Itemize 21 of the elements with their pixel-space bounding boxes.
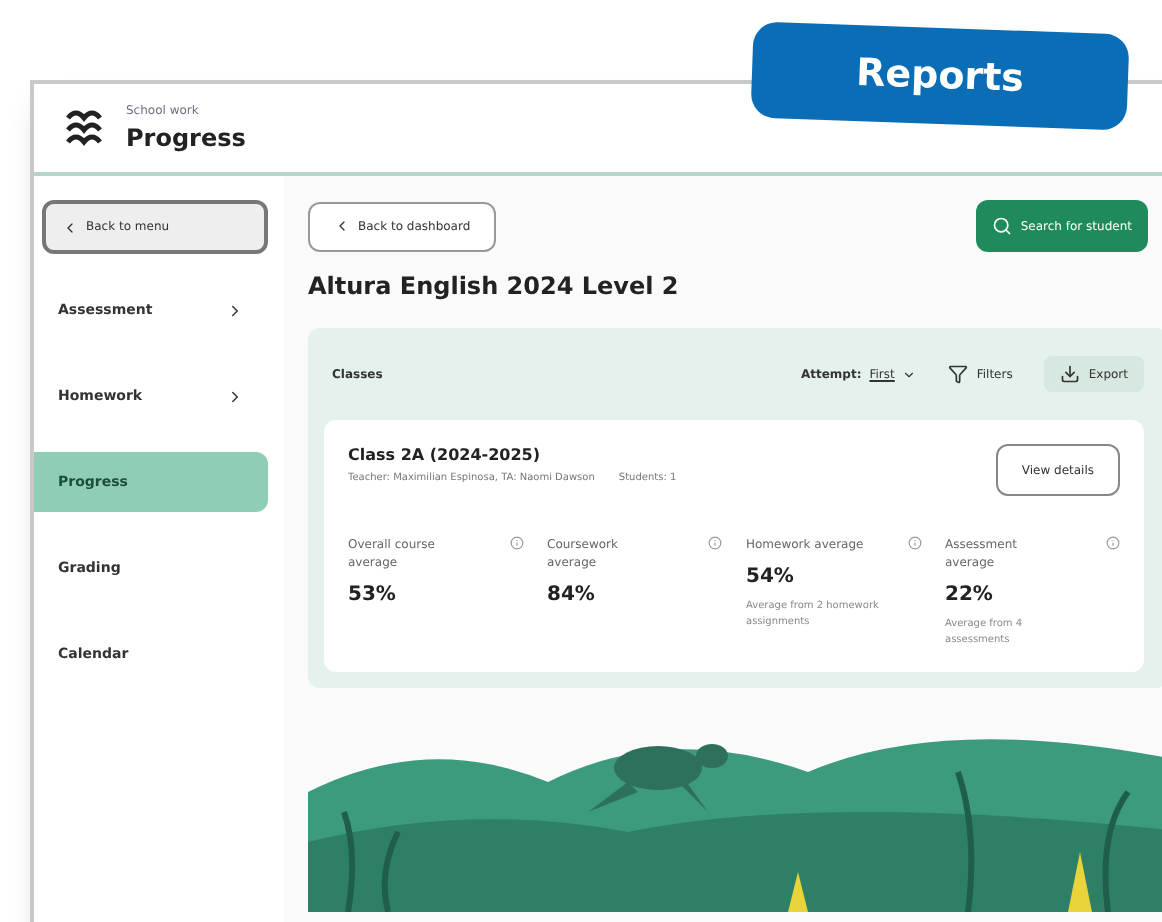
download-icon [1060, 364, 1081, 384]
caret-icon [902, 367, 917, 381]
chevron-right-icon [226, 301, 244, 319]
metric-value: 22% [945, 582, 995, 610]
metric-value: 53% [348, 582, 398, 610]
course-title: Altura English 2024 Level 2 [308, 270, 681, 304]
chevron-left-icon [334, 218, 350, 234]
chevron-right-icon [226, 387, 244, 405]
metric-value: 54% [746, 564, 796, 592]
page-title: Progress [126, 121, 246, 155]
filter-icon [948, 364, 969, 384]
search-icon [992, 216, 1013, 236]
info-icon[interactable] [907, 536, 921, 550]
info-icon[interactable] [509, 536, 523, 550]
reports-badge: Reports [750, 21, 1130, 131]
metric-value: 84% [547, 582, 597, 610]
logo-icon [66, 108, 102, 148]
info-icon[interactable] [1106, 536, 1120, 550]
chevron-left-icon [62, 219, 78, 235]
class-title: Class 2A (2024-2025) [348, 444, 543, 468]
info-icon[interactable] [708, 536, 722, 550]
